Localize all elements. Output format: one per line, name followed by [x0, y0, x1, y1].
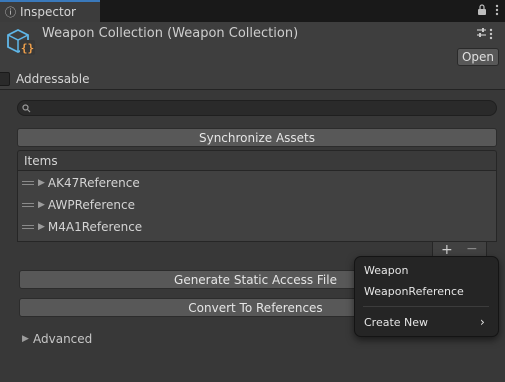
menu-item-weapon-reference[interactable]: WeaponReference — [364, 285, 464, 298]
search-icon — [22, 104, 31, 113]
asset-title: Weapon Collection (Weapon Collection) — [42, 26, 299, 41]
synchronize-assets-button[interactable]: Synchronize Assets — [17, 128, 497, 147]
advanced-foldout-arrow-icon[interactable]: ▶ — [22, 334, 29, 344]
tab-actions — [477, 4, 499, 16]
drag-handle-icon[interactable] — [22, 181, 34, 185]
svg-text:{}: {} — [21, 42, 34, 55]
items-list-header[interactable]: Items — [17, 150, 497, 170]
lock-icon[interactable] — [477, 4, 487, 16]
menu-item-create-new[interactable]: Create New — [364, 316, 428, 329]
list-item[interactable]: ▶ AK47Reference — [18, 172, 496, 194]
drag-handle-icon[interactable] — [22, 225, 34, 229]
addressable-checkbox[interactable] — [0, 72, 10, 86]
list-item-label: M4A1Reference — [47, 220, 143, 234]
info-icon: ⓘ — [5, 6, 16, 19]
expand-arrow-icon[interactable]: ▶ — [38, 178, 45, 188]
preset-settings-icon[interactable] — [476, 27, 487, 38]
expand-arrow-icon[interactable]: ▶ — [38, 200, 45, 210]
more-options-icon[interactable] — [495, 4, 499, 16]
menu-item-weapon[interactable]: Weapon — [364, 264, 408, 277]
list-item[interactable]: ▶ AWPReference — [18, 194, 496, 216]
remove-item-button[interactable]: − — [466, 241, 478, 257]
tab-inspector[interactable]: ⓘ Inspector — [0, 0, 100, 22]
menu-separator — [363, 306, 489, 307]
drag-handle-icon[interactable] — [22, 203, 34, 207]
expand-arrow-icon[interactable]: ▶ — [38, 222, 45, 232]
submenu-arrow-icon: › — [480, 315, 485, 329]
header-more-icon[interactable] — [489, 28, 493, 40]
list-item-label: AK47Reference — [47, 176, 140, 190]
advanced-foldout[interactable]: Advanced — [33, 332, 92, 346]
list-item[interactable]: ▶ M4A1Reference — [18, 216, 496, 238]
search-input[interactable] — [17, 100, 497, 116]
addressable-label: Addressable — [16, 72, 90, 86]
items-list-title: Items — [24, 153, 58, 168]
tab-label: Inspector — [20, 5, 76, 19]
list-item-label: AWPReference — [47, 198, 136, 212]
open-button[interactable]: Open — [457, 48, 499, 66]
scriptable-object-icon: {} — [7, 28, 35, 55]
